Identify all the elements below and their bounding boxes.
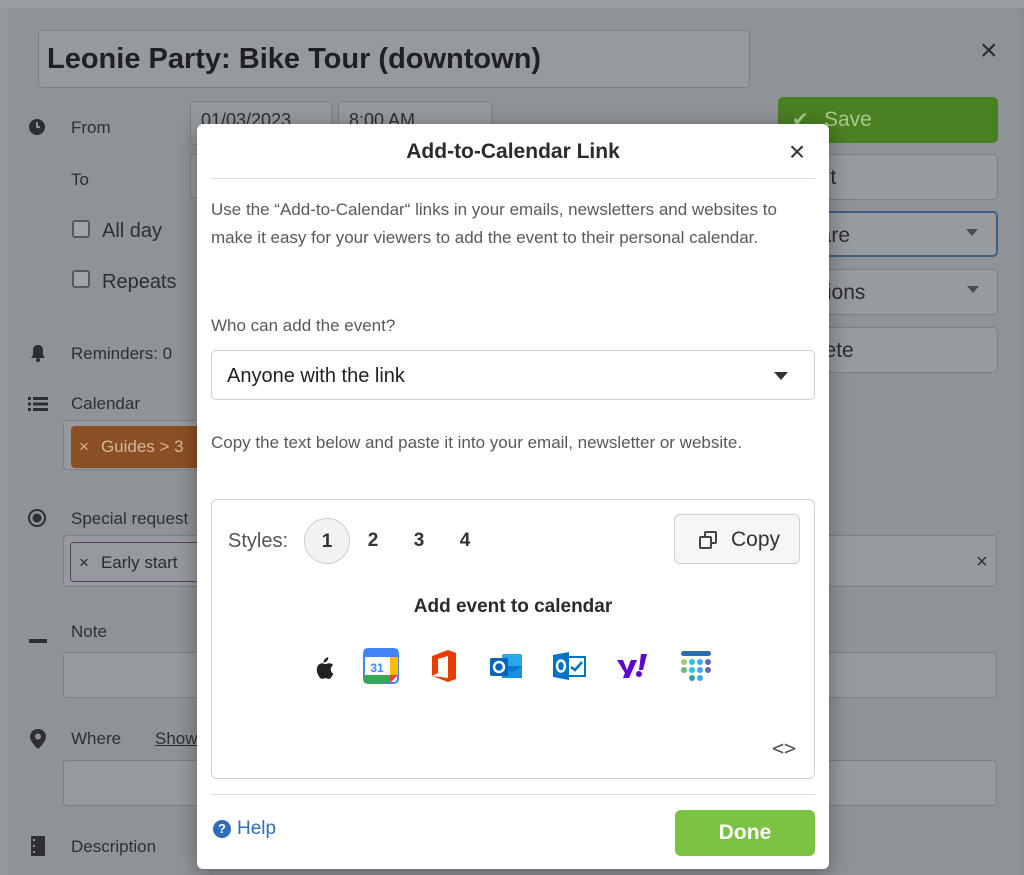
bell-icon — [30, 344, 46, 367]
chevron-down-icon — [966, 229, 978, 236]
chevron-down-icon — [967, 286, 979, 293]
help-link[interactable]: ? Help — [213, 818, 276, 840]
special-request-chip[interactable]: × Early start — [70, 542, 210, 582]
where-show-link[interactable]: Show — [155, 729, 198, 749]
copy-hint-text: Copy the text below and paste it into yo… — [211, 433, 743, 452]
calendar-label: Calendar — [71, 394, 140, 413]
all-day-label: All day — [102, 220, 163, 242]
style-option-4[interactable]: 4 — [442, 518, 488, 564]
yahoo-icon[interactable] — [614, 648, 650, 684]
dialog-title: Add-to-Calendar Link — [406, 140, 620, 163]
outlook-com-icon[interactable] — [551, 648, 587, 684]
code-view-icon[interactable]: <> — [772, 736, 796, 760]
outlook-icon[interactable] — [488, 648, 524, 684]
who-can-add-select[interactable]: Anyone with the link — [211, 350, 815, 400]
clear-field-icon[interactable]: × — [976, 551, 988, 574]
notebook-icon — [31, 836, 45, 861]
special-requests-label: Special request — [71, 509, 189, 528]
chevron-down-icon — [774, 372, 788, 380]
calendar-icons-row: 31 — [306, 648, 726, 684]
repeats-label: Repeats — [102, 271, 177, 293]
chip-remove-icon[interactable]: × — [79, 553, 89, 572]
embed-preview-panel: Styles: 1 2 3 4 Copy Add event to calend… — [211, 499, 815, 779]
from-label: From — [71, 118, 111, 137]
footer-divider — [211, 794, 815, 795]
dash-icon — [29, 630, 47, 648]
radio-icon — [28, 509, 46, 532]
close-icon[interactable]: × — [785, 138, 809, 166]
office365-icon[interactable] — [426, 648, 462, 684]
add-to-calendar-dialog: Add-to-Calendar Link × Use the “Add-to-C… — [197, 124, 829, 869]
list-icon — [28, 396, 48, 417]
copy-button-label: Copy — [731, 528, 781, 551]
styles-label: Styles: — [228, 530, 289, 552]
copy-button[interactable]: Copy — [674, 514, 800, 564]
intro-text: Use the “Add-to-Calendar“ links in your … — [211, 200, 777, 247]
google-calendar-day: 31 — [370, 661, 384, 675]
apple-icon[interactable] — [306, 648, 342, 684]
style-option-3[interactable]: 3 — [396, 518, 442, 564]
reminders-label[interactable]: Reminders: 0 — [71, 344, 172, 364]
backdrop-top — [0, 0, 1024, 8]
calendar-chip[interactable]: × Guides > 3 — [71, 426, 211, 468]
where-label: Where — [71, 729, 122, 748]
special-chip-label: Early start — [100, 553, 178, 572]
note-label: Note — [71, 622, 107, 641]
who-can-add-label: Who can add the event? — [211, 316, 396, 335]
style-option-1[interactable]: 1 — [304, 518, 350, 564]
location-pin-icon — [30, 729, 46, 754]
preview-title: Add event to calendar — [413, 596, 613, 617]
chip-remove-icon[interactable]: × — [79, 437, 89, 456]
teamup-icon[interactable] — [678, 648, 714, 684]
all-day-checkbox[interactable] — [72, 220, 90, 238]
title-divider — [211, 178, 815, 179]
description-label: Description — [71, 837, 157, 856]
event-title-input[interactable]: Leonie Party: Bike Tour (downtown) — [38, 30, 750, 88]
help-label: Help — [237, 818, 277, 839]
clock-icon — [28, 118, 46, 141]
done-button[interactable]: Done — [675, 810, 815, 856]
help-icon: ? — [213, 820, 231, 838]
calendar-chip-label: Guides > 3 — [100, 437, 184, 456]
repeats-checkbox[interactable] — [72, 270, 90, 288]
who-can-add-value: Anyone with the link — [227, 365, 405, 387]
save-button-label: Save — [824, 108, 872, 131]
style-option-2[interactable]: 2 — [350, 518, 396, 564]
google-calendar-icon[interactable]: 31 — [363, 648, 399, 684]
to-label: To — [71, 170, 89, 189]
editor-close-icon[interactable]: × — [980, 34, 998, 68]
copy-icon — [699, 531, 719, 551]
